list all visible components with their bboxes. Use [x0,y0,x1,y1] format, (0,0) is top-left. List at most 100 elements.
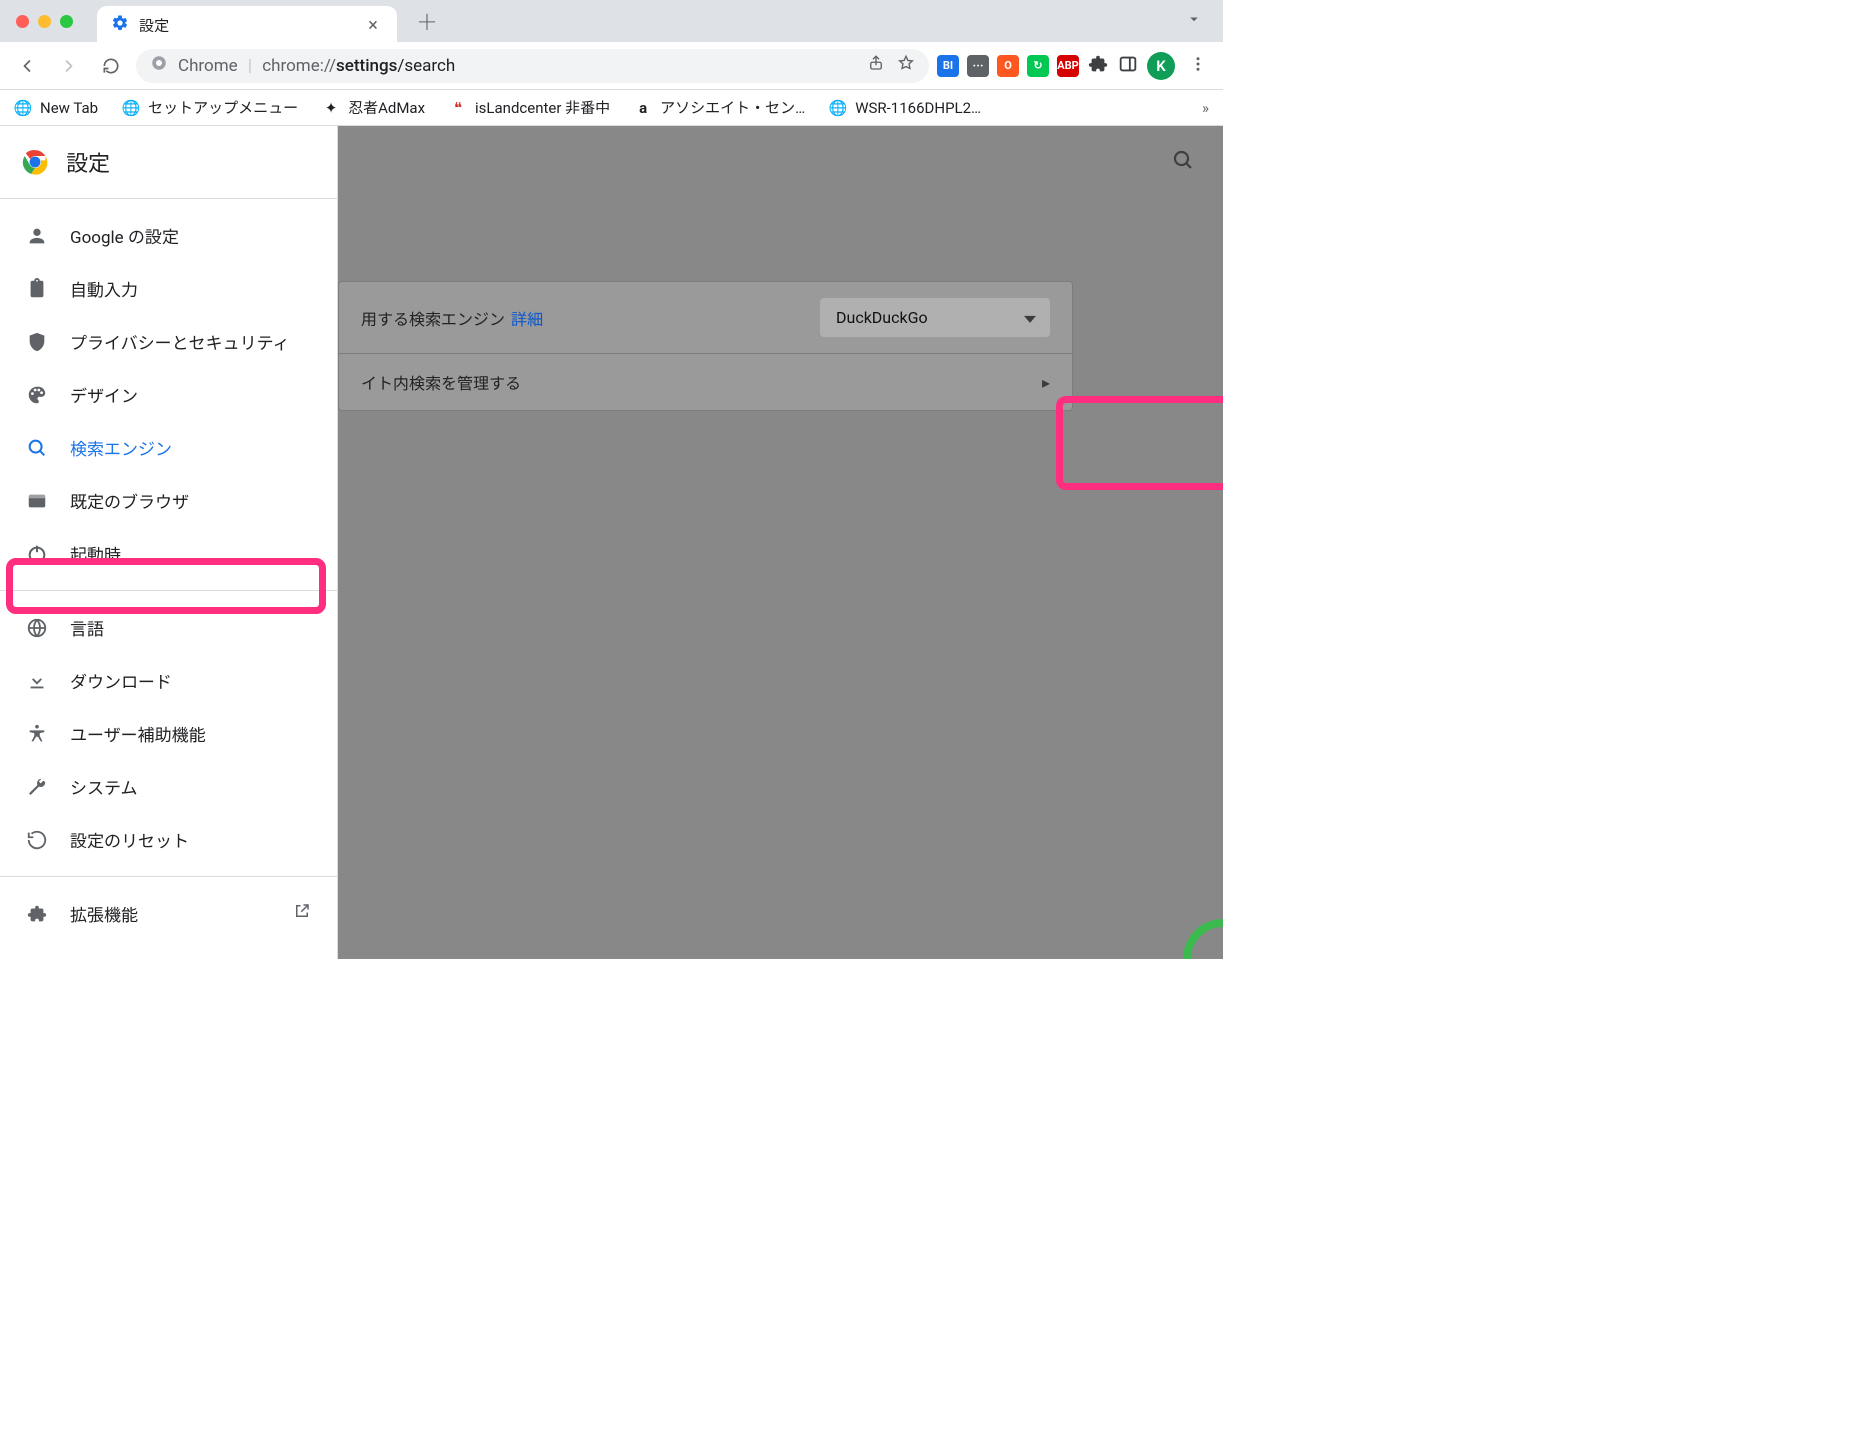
traffic-lights [16,15,73,28]
sidebar-item-label: デザイン [70,382,138,407]
extension-tile-1[interactable]: BI [937,55,959,77]
quote-icon: ❝ [449,99,467,117]
sidebar-item-label: 拡張機能 [70,901,138,926]
profile-avatar[interactable]: K [1147,52,1175,80]
extensions-puzzle-icon[interactable] [1087,53,1109,79]
sidebar-item-reset[interactable]: 設定のリセット [0,813,337,866]
avatar-initial: K [1156,57,1166,75]
sidebar-item-startup[interactable]: 起動時 [0,527,337,580]
person-icon [26,225,48,247]
bookmark-item[interactable]: 🌐 WSR-1166DHPL2… [829,99,981,117]
sidebar-item-language[interactable]: 言語 [0,601,337,654]
bookmark-item[interactable]: a アソシエイト・セン… [634,97,805,118]
sidebar-item-label: ダウンロード [70,668,172,693]
url-path: /search [397,56,455,76]
bookmark-item[interactable]: 🌐 セットアップメニュー [122,97,298,118]
wrench-icon [26,776,48,798]
globe-icon: 🌐 [122,99,140,117]
close-window-button[interactable] [16,15,29,28]
shield-icon [26,331,48,353]
share-icon[interactable] [867,54,885,77]
gear-icon [111,14,129,36]
sidebar-item-label: プライバシーとセキュリティ [70,329,290,354]
extension-tile-3[interactable]: O [997,55,1019,77]
sidebar-item-label: ユーザー補助機能 [70,721,206,746]
search-icon [26,437,48,459]
sidebar-item-system[interactable]: システム [0,760,337,813]
palette-icon [26,384,48,406]
bookmarks-overflow-button[interactable]: » [1202,99,1209,117]
settings-sidebar: 設定 Google の設定 自動入力 プライバシーとセキュリティ デザイン 検索… [0,126,338,959]
sidebar-item-download[interactable]: ダウンロード [0,654,337,707]
search-engine-select[interactable]: DuckDuckGo [820,298,1050,337]
settings-app: 設定 Google の設定 自動入力 プライバシーとセキュリティ デザイン 検索… [0,126,1223,959]
globe-icon [26,617,48,639]
details-link[interactable]: 詳細 [511,306,543,330]
new-tab-button[interactable]: ＋ [413,5,441,37]
bookmark-item[interactable]: ❝ isLandcenter 非番中 [449,97,610,118]
bookmark-item[interactable]: ✦ 忍者AdMax [322,97,425,118]
sidebar-section-primary: Google の設定 自動入力 プライバシーとセキュリティ デザイン 検索エンジ… [0,199,337,591]
tab-title: 設定 [139,15,353,36]
sidebar-item-label: 言語 [70,615,104,640]
url-host: settings [336,56,397,76]
restore-icon [26,829,48,851]
url-text: Chrome | chrome://settings/search [178,56,455,76]
sidebar-item-accessibility[interactable]: ユーザー補助機能 [0,707,337,760]
sidebar-item-label: 検索エンジン [70,435,172,460]
sidebar-item-autofill[interactable]: 自動入力 [0,262,337,315]
row-text: 用する検索エンジン [361,306,505,330]
back-button[interactable] [10,49,44,83]
sidebar-item-label: 設定のリセット [70,827,189,852]
globe-icon: 🌐 [829,99,847,117]
bookmark-star-icon[interactable] [897,54,915,77]
search-settings-button[interactable] [1171,148,1195,176]
browser-toolbar: Chrome | chrome://settings/search BI ⋯ O… [0,42,1223,90]
manage-site-search-row[interactable]: イト内検索を管理する ▸ [339,353,1072,410]
bookmark-item[interactable]: 🌐 New Tab [14,99,98,117]
settings-header: 設定 [0,126,337,199]
sidebar-item-search-engine[interactable]: 検索エンジン [0,421,337,474]
open-in-new-icon [293,902,311,925]
zoom-window-button[interactable] [60,15,73,28]
sidebar-item-label: システム [70,774,138,799]
sidebar-item-default-browser[interactable]: 既定のブラウザ [0,474,337,527]
amazon-icon: a [634,99,652,117]
extension-tile-2[interactable]: ⋯ [967,55,989,77]
tab-overview-button[interactable] [1185,10,1203,32]
globe-icon: 🌐 [14,99,32,117]
extension-tile-4[interactable]: ↻ [1027,55,1049,77]
browser-menu-button[interactable] [1183,55,1213,77]
close-tab-button[interactable]: × [363,15,383,36]
bookmarks-bar: 🌐 New Tab 🌐 セットアップメニュー ✦ 忍者AdMax ❝ isLan… [0,90,1223,126]
chevron-right-icon: ▸ [1042,373,1050,392]
sidebar-item-label: 既定のブラウザ [70,488,189,513]
sidebar-section-ext: 拡張機能 [0,877,337,950]
reload-button[interactable] [94,49,128,83]
forward-button[interactable] [52,49,86,83]
decorative-badge [1183,919,1223,959]
sidebar-item-privacy[interactable]: プライバシーとセキュリティ [0,315,337,368]
address-bar[interactable]: Chrome | chrome://settings/search [136,49,929,83]
sidepanel-icon[interactable] [1117,53,1139,79]
sidebar-item-google[interactable]: Google の設定 [0,209,337,262]
url-scheme: chrome:// [262,56,336,76]
bookmark-label: isLandcenter 非番中 [475,97,610,118]
browser-tab[interactable]: 設定 × [97,6,397,44]
bookmark-label: 忍者AdMax [348,97,425,118]
sidebar-item-label: 起動時 [70,541,121,566]
sidebar-item-design[interactable]: デザイン [0,368,337,421]
settings-content: 用する検索エンジン 詳細 DuckDuckGo イト内検索を管理する ▸ [338,126,1223,959]
omnibox-actions [867,54,915,77]
power-icon [26,543,48,565]
accessibility-icon [26,723,48,745]
clipboard-icon [26,278,48,300]
sidebar-item-extensions[interactable]: 拡張機能 [0,887,337,940]
settings-title: 設定 [66,146,110,178]
select-value: DuckDuckGo [836,308,928,327]
puzzle-icon [26,903,48,925]
minimize-window-button[interactable] [38,15,51,28]
bookmark-label: アソシエイト・セン… [660,97,805,118]
bookmark-label: New Tab [40,99,98,117]
extension-abp-icon[interactable]: ABP [1057,55,1079,77]
